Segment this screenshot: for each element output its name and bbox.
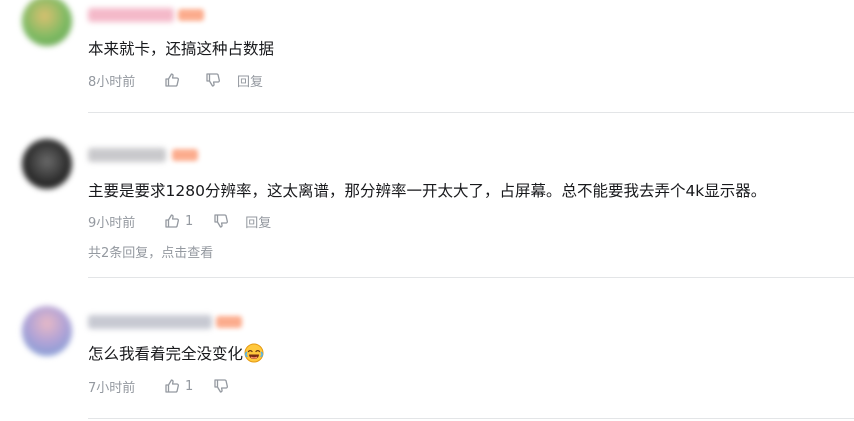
dislike-button[interactable] [213, 213, 229, 229]
avatar[interactable] [22, 0, 72, 46]
laughing-crying-emoji-icon [244, 343, 264, 363]
like-count: 1 [185, 213, 194, 229]
username-blurred[interactable] [88, 315, 212, 329]
divider [88, 277, 854, 278]
reply-button[interactable]: 回复 [237, 71, 263, 90]
username-blurred[interactable] [88, 148, 166, 162]
level-badge [216, 316, 242, 328]
reply-button[interactable]: 回复 [245, 212, 271, 231]
thumbs-down-icon [214, 379, 229, 393]
like-button[interactable] [164, 72, 185, 88]
comment-text: 怎么我看着完全没变化 [88, 343, 264, 365]
like-count: 1 [185, 378, 194, 394]
divider [88, 418, 854, 419]
comment-time: 7小时前 [88, 380, 136, 396]
view-replies-link[interactable]: 共2条回复，点击查看 [88, 242, 213, 261]
level-badge [178, 9, 204, 21]
comment-meta: 9小时前 1 回复 [88, 212, 271, 231]
like-button[interactable]: 1 [164, 213, 193, 229]
avatar[interactable] [22, 306, 72, 356]
comment-text: 本来就卡，还搞这种占数据 [88, 40, 275, 58]
thumbs-up-icon [165, 379, 179, 393]
level-badge [172, 149, 198, 161]
avatar[interactable] [22, 139, 72, 189]
comment-time: 9小时前 [88, 215, 136, 231]
thumbs-down-icon [214, 214, 229, 228]
comment-text-content: 怎么我看着完全没变化 [88, 345, 244, 363]
comment-meta: 7小时前 1 [88, 377, 245, 396]
thumbs-up-icon [165, 214, 179, 228]
comment-meta: 8小时前 回复 [88, 71, 263, 90]
username-blurred[interactable] [88, 8, 174, 22]
comment-time: 8小时前 [88, 74, 136, 90]
dislike-button[interactable] [205, 72, 221, 88]
dislike-button[interactable] [213, 378, 229, 394]
comment-text: 主要是要求1280分辨率，这太离谱，那分辨率一开太大了，占屏幕。总不能要我去弄个… [88, 182, 767, 200]
like-button[interactable]: 1 [164, 378, 193, 394]
thumbs-down-icon [206, 73, 220, 87]
thumbs-up-icon [165, 73, 179, 87]
divider [88, 112, 854, 113]
